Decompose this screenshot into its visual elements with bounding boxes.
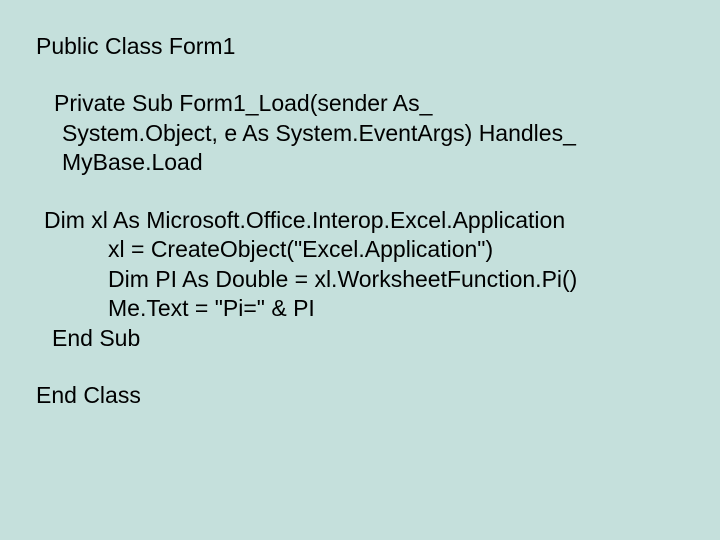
code-assign-xl: xl = CreateObject("Excel.Application"): [0, 235, 720, 264]
code-dim-pi: Dim PI As Double = xl.WorksheetFunction.…: [0, 265, 720, 294]
code-me-text: Me.Text = "Pi=" & PI: [0, 294, 720, 323]
code-sub-sig-2: System.Object, e As System.EventArgs) Ha…: [0, 119, 720, 148]
code-dim-xl: Dim xl As Microsoft.Office.Interop.Excel…: [0, 206, 720, 235]
code-sub-sig-3: MyBase.Load: [0, 148, 720, 177]
code-end-sub: End Sub: [0, 324, 720, 353]
code-class-open: Public Class Form1: [0, 32, 720, 61]
code-class-close: End Class: [0, 381, 720, 410]
code-sub-sig-1: Private Sub Form1_Load(sender As_: [0, 89, 720, 118]
